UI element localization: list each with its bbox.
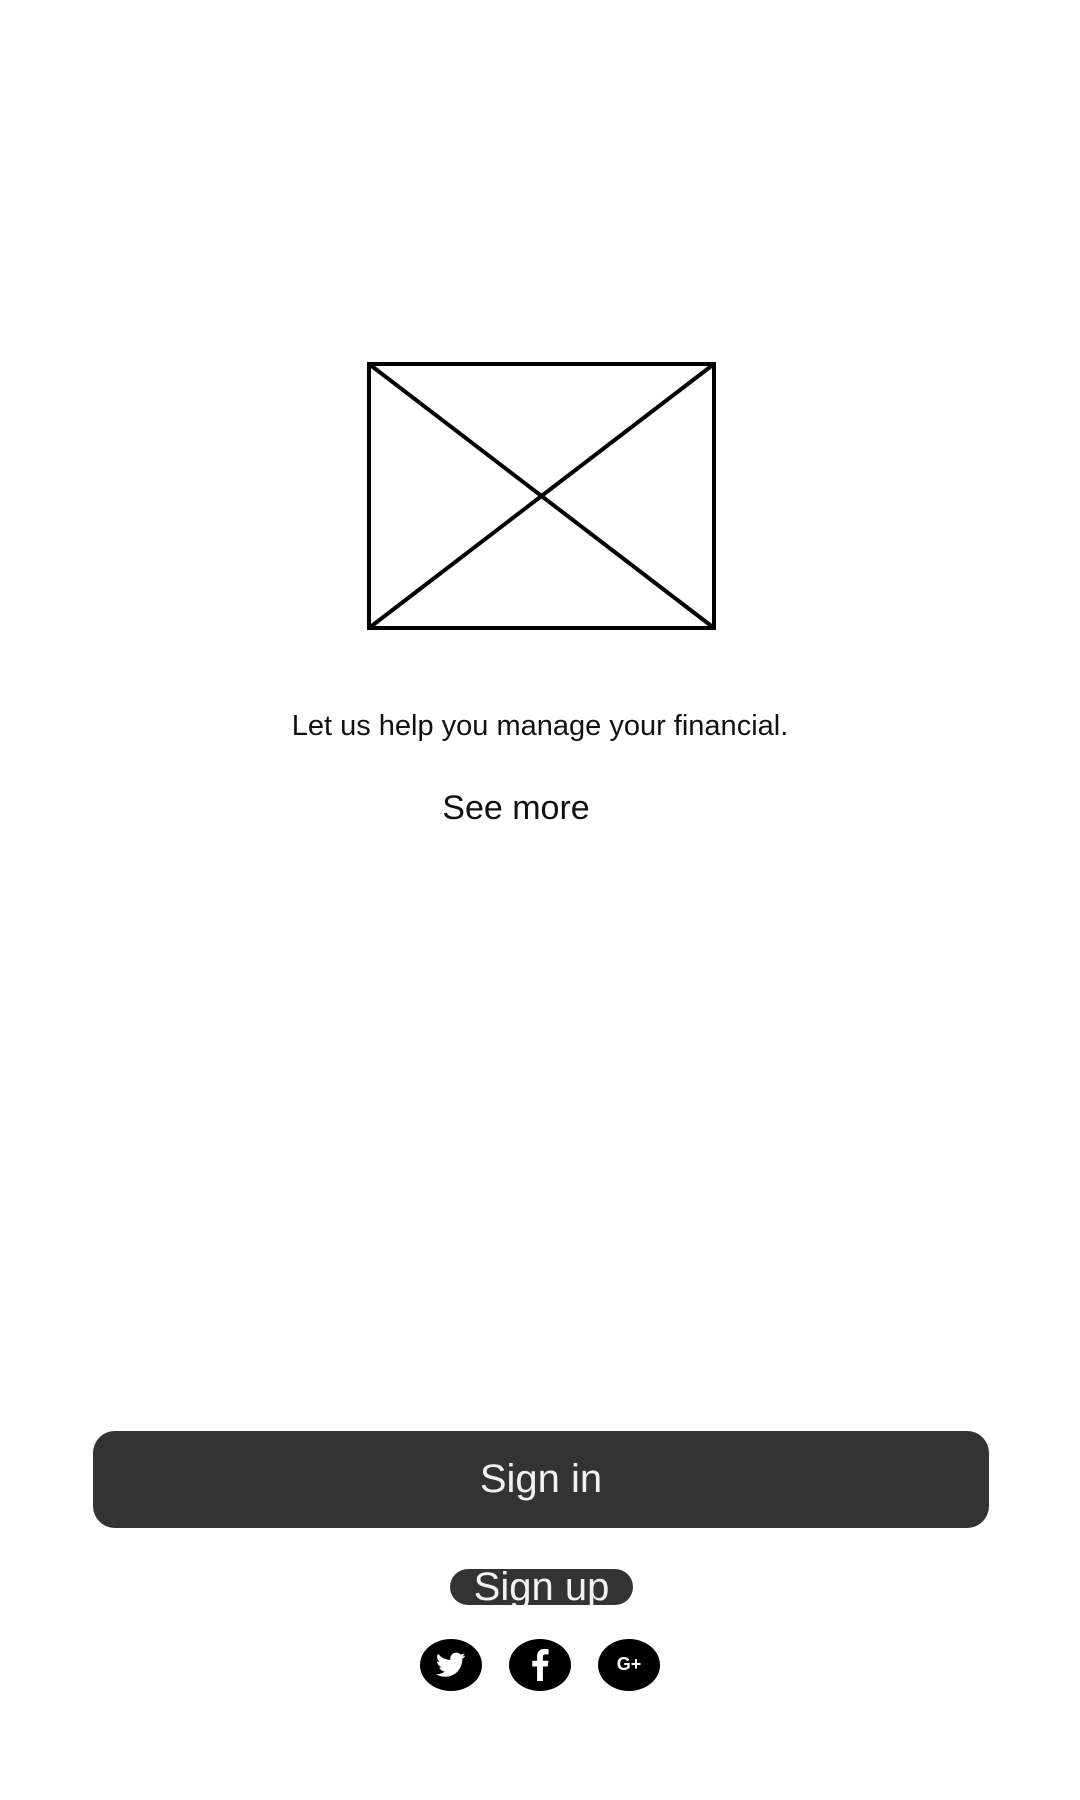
sign-in-button[interactable]: Sign in [93, 1431, 989, 1528]
twitter-button[interactable] [420, 1639, 482, 1691]
google-plus-icon: G+ [617, 1654, 642, 1674]
facebook-icon [532, 1649, 549, 1681]
image-placeholder-icon [367, 362, 716, 630]
tagline-text: Let us help you manage your financial. [291, 710, 789, 742]
google-plus-glyph: G+ [617, 1654, 642, 1674]
twitter-icon [436, 1652, 466, 1677]
see-more-link[interactable]: See more [416, 786, 616, 830]
facebook-button[interactable] [509, 1639, 571, 1691]
google-plus-button[interactable]: G+ [598, 1639, 660, 1691]
hero-image-placeholder [367, 362, 716, 630]
sign-up-button[interactable]: Sign up [450, 1569, 633, 1605]
